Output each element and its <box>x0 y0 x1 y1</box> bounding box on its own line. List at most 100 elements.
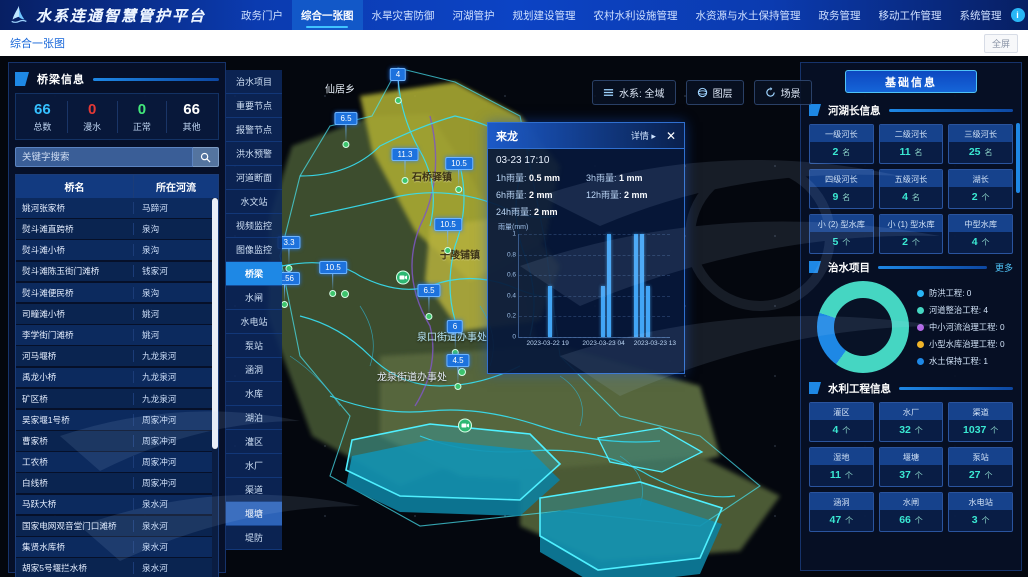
nav-item-移动工作管理[interactable]: 移动工作管理 <box>870 0 951 30</box>
nav-item-系统管理[interactable]: 系统管理 <box>951 0 1011 30</box>
card-value: 66 个 <box>880 510 943 531</box>
table-row[interactable]: 吴家堰1号桥周家冲河 <box>16 410 218 430</box>
panel-scrollbar[interactable] <box>1016 123 1020 193</box>
table-row[interactable]: 熨斗滩陈玉街门滩桥钱家河 <box>16 262 218 282</box>
popup-detail-link[interactable]: 详情 ▸ <box>631 129 656 142</box>
table-row[interactable]: 矿区桥九龙泉河 <box>16 389 218 409</box>
engineering-cards: 灌区4 个水厂32 个渠道1037 个湿地11 个堰塘37 个泵站27 个涵洞4… <box>809 402 1013 532</box>
layer-item-水库[interactable]: 水库 <box>226 382 282 406</box>
table-row[interactable]: 曹家桥周家冲河 <box>16 431 218 451</box>
camera-icon[interactable] <box>396 271 410 290</box>
layer-item-水文站[interactable]: 水文站 <box>226 190 282 214</box>
table-row[interactable]: 国家电网观音堂门口滩桥泉水河 <box>16 516 218 536</box>
layer-item-湖泊[interactable]: 湖泊 <box>226 406 282 430</box>
layer-item-灌区[interactable]: 灌区 <box>226 430 282 454</box>
fullscreen-button[interactable]: 全屏 <box>984 34 1018 53</box>
water-level-marker[interactable]: 10.5 <box>319 261 347 297</box>
layer-item-洪水预警[interactable]: 洪水预警 <box>226 142 282 166</box>
info-card-小 (2) 型水库[interactable]: 小 (2) 型水库5 个 <box>809 214 874 254</box>
water-level-marker[interactable]: 4 <box>390 68 406 104</box>
cell-bridge-name: 曹家桥 <box>16 435 134 447</box>
table-row[interactable]: 集贤水库桥泉水河 <box>16 537 218 557</box>
vertical-scrollbar[interactable] <box>212 198 218 577</box>
search-input[interactable] <box>15 147 193 167</box>
legend-text: 防洪工程: 0 <box>929 287 971 299</box>
layer-item-河道断面[interactable]: 河道断面 <box>226 166 282 190</box>
info-card-二级河长[interactable]: 二级河长11 名 <box>879 124 944 164</box>
layer-item-治水项目[interactable]: 治水项目 <box>226 70 282 94</box>
table-row[interactable]: 熨斗滩小桥泉沟 <box>16 240 218 260</box>
layer-item-视频监控[interactable]: 视频监控 <box>226 214 282 238</box>
table-row[interactable]: 工农桥周家冲河 <box>16 452 218 472</box>
card-label: 渠道 <box>949 403 1012 420</box>
layer-item-堤防[interactable]: 堤防 <box>226 526 282 550</box>
info-card-湿地[interactable]: 湿地11 个 <box>809 447 874 487</box>
close-icon[interactable]: ✕ <box>666 130 676 142</box>
layer-item-堰塘[interactable]: 堰塘 <box>226 502 282 526</box>
layer-item-桥梁[interactable]: 桥梁 <box>226 262 282 286</box>
basic-info-tab-button[interactable]: 基础信息 <box>845 70 977 93</box>
more-link[interactable]: 更多 <box>995 261 1013 274</box>
info-card-堰塘[interactable]: 堰塘37 个 <box>879 447 944 487</box>
table-row[interactable]: 河马堰桥九龙泉河 <box>16 346 218 366</box>
table-row[interactable]: 禹龙小桥九龙泉河 <box>16 368 218 388</box>
breadcrumb[interactable]: 综合一张图 <box>10 35 65 51</box>
nav-item-政务管理[interactable]: 政务管理 <box>810 0 870 30</box>
layer-item-泵站[interactable]: 泵站 <box>226 334 282 358</box>
info-card-水闸[interactable]: 水闸66 个 <box>879 492 944 532</box>
layer-item-水闸[interactable]: 水闸 <box>226 286 282 310</box>
nav-item-河湖管护[interactable]: 河湖管护 <box>444 0 504 30</box>
nav-item-农村水利设施管理[interactable]: 农村水利设施管理 <box>585 0 687 30</box>
layer-item-图像监控[interactable]: 图像监控 <box>226 238 282 262</box>
table-row[interactable]: 胡家5号堰拦水桥泉水河 <box>16 558 218 577</box>
table-row[interactable]: 熨斗滩便民桥泉沟 <box>16 283 218 303</box>
table-row[interactable]: 姚河张家桥马蹄河 <box>16 198 218 218</box>
table-row[interactable]: 马跃大桥泉水河 <box>16 495 218 515</box>
search-button[interactable] <box>193 147 219 167</box>
info-card-一级河长[interactable]: 一级河长2 名 <box>809 124 874 164</box>
info-card-涵洞[interactable]: 涵洞47 个 <box>809 492 874 532</box>
water-level-marker[interactable]: 6 <box>447 320 463 356</box>
info-card-水厂[interactable]: 水厂32 个 <box>879 402 944 442</box>
table-row[interactable]: 李学街门滩桥姚河 <box>16 325 218 345</box>
info-card-小 (1) 型水库[interactable]: 小 (1) 型水库2 个 <box>879 214 944 254</box>
user-menu[interactable]: i hhzb42080201 ∨ <box>1011 8 1028 22</box>
info-card-泵站[interactable]: 泵站27 个 <box>948 447 1013 487</box>
layer-item-水电站[interactable]: 水电站 <box>226 310 282 334</box>
table-row[interactable]: 白线桥周家冲河 <box>16 473 218 493</box>
marker-dot <box>444 247 451 254</box>
water-level-marker[interactable]: 4.5 <box>446 354 469 390</box>
scene-button[interactable]: 场景 <box>754 80 812 105</box>
info-card-三级河长[interactable]: 三级河长25 名 <box>948 124 1013 164</box>
table-row[interactable]: 熨斗滩直跨桥泉沟 <box>16 219 218 239</box>
nav-item-水旱灾害防御[interactable]: 水旱灾害防御 <box>363 0 444 30</box>
info-card-四级河长[interactable]: 四级河长9 名 <box>809 169 874 209</box>
layer-item-重要节点[interactable]: 重要节点 <box>226 94 282 118</box>
info-card-五级河长[interactable]: 五级河长4 名 <box>879 169 944 209</box>
nav-item-水资源与水土保持管理[interactable]: 水资源与水土保持管理 <box>687 0 810 30</box>
metric-24h雨量: 24h雨量: 2 mm <box>496 205 586 218</box>
water-level-marker[interactable]: 6.5 <box>417 284 440 320</box>
layers-button[interactable]: 图层 <box>686 80 744 105</box>
water-level-marker[interactable]: 10.5 <box>445 157 473 193</box>
layer-item-水厂[interactable]: 水厂 <box>226 454 282 478</box>
nav-item-政务门户[interactable]: 政务门户 <box>232 0 292 30</box>
info-card-灌区[interactable]: 灌区4 个 <box>809 402 874 442</box>
town-label-仙居乡: 仙居乡 <box>325 81 355 96</box>
camera-icon[interactable] <box>458 419 472 438</box>
water-level-marker[interactable]: 11.3 <box>392 148 419 184</box>
layer-item-渠道[interactable]: 渠道 <box>226 478 282 502</box>
layer-item-报警节点[interactable]: 报警节点 <box>226 118 282 142</box>
info-card-湖长[interactable]: 湖长2 个 <box>948 169 1013 209</box>
table-row[interactable]: 司疃滩小桥姚河 <box>16 304 218 324</box>
info-card-中型水库[interactable]: 中型水库4 个 <box>948 214 1013 254</box>
water-level-marker[interactable]: 10.5 <box>434 218 462 254</box>
info-card-渠道[interactable]: 渠道1037 个 <box>948 402 1013 442</box>
breadcrumb-bar: 综合一张图 全屏 <box>0 30 1028 56</box>
nav-item-综合一张图[interactable]: 综合一张图 <box>292 0 363 30</box>
nav-item-规划建设管理[interactable]: 规划建设管理 <box>504 0 585 30</box>
layer-item-涵洞[interactable]: 涵洞 <box>226 358 282 382</box>
water-level-marker[interactable]: 6.5 <box>334 112 357 148</box>
info-card-水电站[interactable]: 水电站3 个 <box>948 492 1013 532</box>
water-system-filter-button[interactable]: 水系: 全域 <box>592 80 676 105</box>
